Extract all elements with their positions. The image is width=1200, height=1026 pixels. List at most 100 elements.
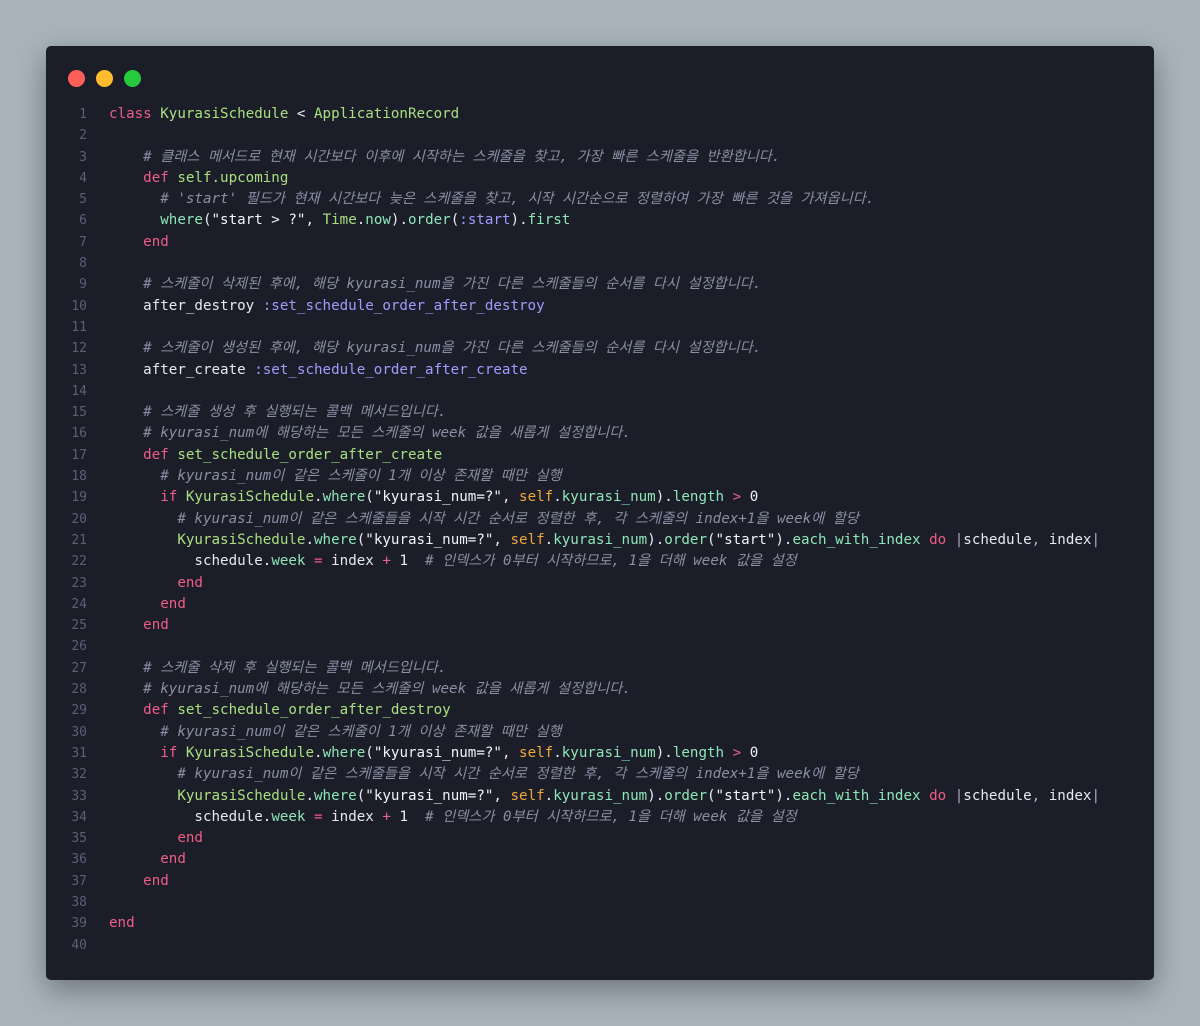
code-line: 36 end: [46, 849, 1154, 870]
code-token: .: [314, 744, 323, 761]
code-text: class KyurasiSchedule < ApplicationRecor…: [109, 104, 459, 125]
line-number: 26: [71, 639, 87, 655]
code-line: 23 end: [46, 573, 1154, 594]
code-token: length: [672, 744, 725, 761]
line-number: 2: [79, 128, 87, 144]
code-comment: # kyurasi_num이 같은 스케줄들을 시작 시간 순서로 정렬한 후,…: [177, 766, 859, 783]
line-number: 28: [71, 682, 87, 698]
code-line: 4 def self.upcoming: [46, 168, 1154, 189]
line-number: 15: [71, 405, 87, 421]
code-token: schedule: [194, 553, 263, 570]
code-token: .: [553, 489, 562, 506]
code-editor[interactable]: 1 class KyurasiSchedule < ApplicationReco…: [46, 104, 1154, 956]
code-token: "start > ?": [211, 212, 306, 229]
code-token: end: [143, 617, 169, 634]
code-comment: # 인덱스가 0부터 시작하므로, 1을 더해 week 값을 설정: [425, 808, 797, 825]
code-line: 20 # kyurasi_num이 같은 스케줄들을 시작 시간 순서로 정렬한…: [46, 509, 1154, 530]
code-line: 35 end: [46, 828, 1154, 849]
code-token: KyurasiSchedule: [160, 106, 289, 122]
code-token: each_with_index: [792, 787, 921, 804]
code-token: end: [143, 233, 169, 250]
code-token: kyurasi_num: [561, 489, 656, 506]
line-number: 17: [71, 447, 87, 463]
code-line: 14: [46, 381, 1154, 402]
code-line: 21 KyurasiSchedule.where("kyurasi_num=?"…: [46, 530, 1154, 551]
code-comment: # kyurasi_num이 같은 스케줄이 1개 이상 존재할 때만 실행: [160, 468, 562, 485]
code-token: class: [109, 106, 152, 122]
line-number: 16: [71, 426, 87, 442]
code-token: first: [527, 212, 571, 229]
code-token: order: [664, 531, 707, 548]
code-line: 29 def set_schedule_order_after_destroy: [46, 700, 1154, 721]
code-token: "start": [715, 787, 776, 804]
code-text: # kyurasi_num에 해당하는 모든 스케줄의 week 값을 새롭게 …: [109, 423, 631, 444]
code-token: KyurasiSchedule: [177, 787, 306, 804]
code-token: set_schedule_order_after_create: [177, 446, 443, 463]
code-token: each_with_index: [792, 531, 921, 548]
code-token: |: [1091, 531, 1100, 548]
code-text: def set_schedule_order_after_destroy: [109, 700, 451, 721]
line-number: 19: [71, 490, 87, 506]
code-token: |: [954, 531, 964, 548]
code-token: end: [143, 872, 169, 889]
code-token: "kyurasi_num=?": [365, 787, 494, 804]
line-number: 11: [71, 319, 87, 335]
code-token: ).: [655, 489, 673, 506]
code-token: do: [929, 787, 947, 804]
code-text: # 스케줄 생성 후 실행되는 콜백 메서드입니다.: [109, 402, 446, 423]
code-token: |: [1091, 787, 1100, 804]
code-token: ,: [305, 212, 323, 229]
code-token: length: [672, 489, 725, 506]
line-number: 12: [71, 341, 87, 357]
close-button[interactable]: [68, 70, 85, 87]
minimize-button[interactable]: [96, 70, 113, 87]
code-text: # 스케줄이 삭제된 후에, 해당 kyurasi_num을 가진 다른 스케줄…: [109, 274, 761, 295]
code-token: after_create: [143, 361, 246, 378]
code-line: 7 end: [46, 232, 1154, 253]
code-text: # kyurasi_num이 같은 스케줄들을 시작 시간 순서로 정렬한 후,…: [109, 509, 859, 530]
code-token: (: [356, 531, 366, 548]
code-line: 18 # kyurasi_num이 같은 스케줄이 1개 이상 존재할 때만 실…: [46, 466, 1154, 487]
code-line: 11: [46, 317, 1154, 338]
code-text: # kyurasi_num이 같은 스케줄이 1개 이상 존재할 때만 실행: [109, 722, 562, 743]
code-token: schedule: [963, 531, 1032, 548]
code-token: KyurasiSchedule: [177, 531, 306, 548]
maximize-button[interactable]: [124, 70, 141, 87]
code-line: 12 # 스케줄이 생성된 후에, 해당 kyurasi_num을 가진 다른 …: [46, 338, 1154, 359]
code-text: end: [109, 594, 186, 615]
code-comment: # kyurasi_num이 같은 스케줄이 1개 이상 존재할 때만 실행: [160, 723, 562, 740]
line-number: 23: [71, 575, 87, 591]
code-comment: # kyurasi_num에 해당하는 모든 스케줄의 week 값을 새롭게 …: [143, 681, 631, 698]
code-text: # 'start' 필드가 현재 시간보다 늦은 스케줄을 찾고, 시작 시간순…: [109, 189, 874, 210]
line-number: 9: [79, 277, 87, 293]
line-number: 21: [71, 532, 87, 548]
code-token: week: [271, 808, 306, 825]
code-token: order: [408, 212, 451, 229]
code-comment: # kyurasi_num이 같은 스케줄들을 시작 시간 순서로 정렬한 후,…: [177, 510, 859, 527]
line-number: 22: [71, 554, 87, 570]
code-token: "kyurasi_num=?": [373, 744, 502, 761]
code-comment: # 클래스 메서드로 현재 시간보다 이후에 시작하는 스케줄을 찾고, 가장 …: [143, 148, 781, 165]
line-number: 20: [71, 511, 87, 527]
line-number: 24: [71, 596, 87, 612]
code-token: .: [305, 787, 315, 804]
